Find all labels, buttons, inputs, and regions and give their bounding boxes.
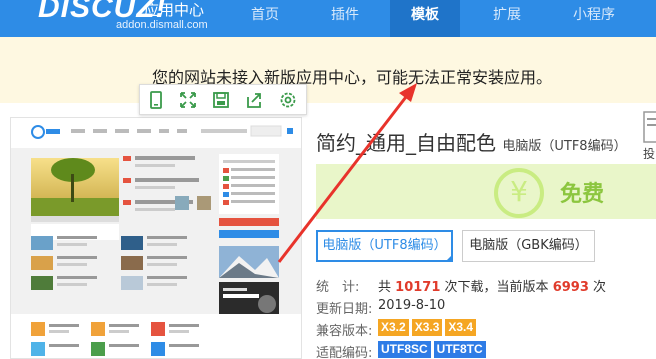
nav-miniprogram[interactable]: 小程序 bbox=[552, 0, 636, 37]
yen-icon: ¥ bbox=[510, 175, 528, 208]
compat-label: 兼容版本: bbox=[316, 324, 373, 339]
product-edition: 电脑版（UTF8编码） bbox=[502, 139, 627, 154]
complain-label[interactable]: 投 bbox=[643, 145, 655, 162]
encoding-label: 适配编码: bbox=[316, 346, 373, 359]
tab-selected-corner bbox=[445, 254, 453, 262]
theme-preview-image bbox=[11, 118, 301, 358]
compat-badge: X3.2 bbox=[378, 319, 409, 336]
share-icon[interactable] bbox=[243, 89, 265, 111]
logo-domain: addon.dismall.com bbox=[116, 19, 208, 31]
compat-badge: X3.4 bbox=[445, 319, 477, 336]
settings-icon[interactable] bbox=[277, 89, 299, 111]
complain-icon[interactable] bbox=[642, 110, 656, 150]
stats-label: 统 计: bbox=[316, 280, 360, 295]
nav-plugins[interactable]: 插件 bbox=[310, 0, 380, 37]
stats-suffix: 次 bbox=[593, 280, 607, 295]
mobile-icon[interactable] bbox=[145, 89, 167, 111]
updated-label: 更新日期: bbox=[316, 302, 373, 317]
logo-title: 应用中心 bbox=[144, 1, 205, 19]
nav-templates[interactable]: 模板 bbox=[390, 0, 460, 37]
current-version-count: 6993 bbox=[552, 280, 589, 295]
product-name: 简约_通用_自由配色 bbox=[316, 131, 496, 155]
compat-badges: X3.2 X3.3 X3.4 bbox=[378, 319, 479, 336]
price-label: 免费 bbox=[560, 182, 605, 207]
updated-date: 2019-8-10 bbox=[378, 298, 446, 313]
stats-value: 共 10171 次下载，当前版本 6993 次 bbox=[378, 276, 606, 295]
stats-mid: 次下载，当前版本 bbox=[444, 280, 549, 295]
nav-home[interactable]: 首页 bbox=[230, 0, 300, 37]
compat-badge: X3.3 bbox=[411, 319, 443, 336]
product-title: 简约_通用_自由配色 电脑版（UTF8编码） bbox=[316, 127, 627, 156]
save-icon[interactable] bbox=[210, 89, 232, 111]
encoding-badge: UTF8TC bbox=[433, 341, 486, 358]
theme-preview[interactable] bbox=[10, 117, 302, 359]
notice-banner: 您的网站未接入新版应用中心，可能无法正常安装应用。 bbox=[0, 37, 656, 103]
stats-prefix: 共 bbox=[378, 280, 392, 295]
preview-toolbar bbox=[139, 84, 307, 115]
encoding-badge: UTF8SC bbox=[378, 341, 431, 358]
nav-extensions[interactable]: 扩展 bbox=[472, 0, 542, 37]
price-box bbox=[316, 164, 656, 219]
top-header: DISCUZ! 应用中心 addon.dismall.com 首页 插件 模板 … bbox=[0, 0, 656, 37]
fullscreen-icon[interactable] bbox=[177, 89, 199, 111]
tab-gbk[interactable]: 电脑版（GBK编码） bbox=[462, 230, 595, 262]
tab-utf8[interactable]: 电脑版（UTF8编码） bbox=[316, 230, 453, 262]
encoding-badges: UTF8SC UTF8TC bbox=[378, 341, 489, 358]
download-count: 10171 bbox=[395, 280, 441, 295]
